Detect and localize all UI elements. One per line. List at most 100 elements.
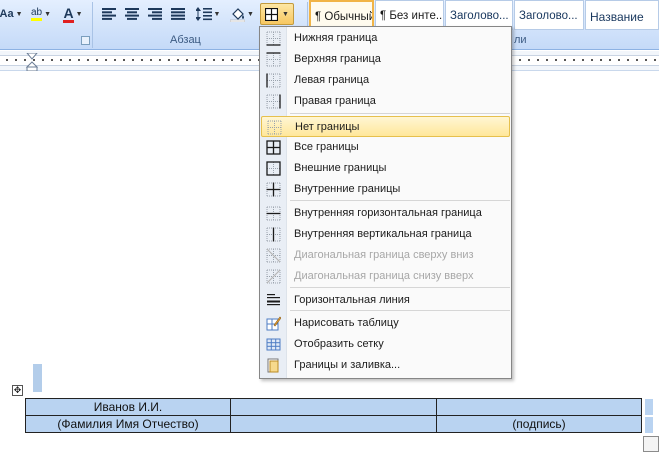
menu-item-all-borders[interactable]: Все границы	[261, 137, 510, 158]
borders-dropdown-menu: Нижняя граница Верхняя граница Левая грани…	[259, 26, 512, 379]
table-move-handle[interactable]: ✥	[12, 385, 23, 396]
ruler-tick	[618, 59, 620, 61]
menu-item-label: Левая граница	[294, 74, 370, 86]
ruler-tick	[105, 59, 107, 61]
draw-table-icon	[266, 316, 282, 331]
ruler-tick	[627, 59, 629, 61]
shading-button[interactable]: ▼	[228, 3, 256, 25]
table-cell[interactable]: (Фамилия Имя Отчество)	[25, 415, 231, 433]
justify-icon	[171, 8, 185, 20]
menu-item-label: Внутренние границы	[294, 183, 401, 195]
menu-item-inside-horizontal-border[interactable]: Внутренняя горизонтальная граница	[261, 203, 510, 224]
right-border-icon	[266, 94, 281, 109]
paste-options-icon[interactable]	[643, 436, 659, 452]
menu-separator	[290, 200, 510, 201]
borders-and-shading-icon	[266, 358, 281, 373]
ruler-tick	[60, 59, 62, 61]
menu-item-label: Горизонтальная линия	[294, 294, 410, 306]
ruler-tick	[249, 59, 251, 61]
menu-item-label: Внешние границы	[294, 162, 387, 174]
diagonal-up-border-icon	[266, 269, 281, 284]
ruler-tick	[150, 59, 152, 61]
highlight-label: ab	[30, 7, 43, 21]
ruler-tick	[213, 59, 215, 61]
ruler-tick	[159, 59, 161, 61]
menu-item-diagonal-down-border[interactable]: Диагональная граница сверху вниз	[261, 245, 510, 266]
view-gridlines-icon	[266, 337, 281, 352]
menu-item-inside-borders[interactable]: Внутренние границы	[261, 179, 510, 200]
align-center-button[interactable]	[121, 3, 143, 25]
menu-item-borders-and-shading[interactable]: Границы и заливка...	[261, 355, 510, 376]
justify-button[interactable]	[167, 3, 189, 25]
ruler-tick	[132, 59, 134, 61]
ruler-tick	[555, 59, 557, 61]
ruler-tick	[177, 59, 179, 61]
ruler-tick	[609, 59, 611, 61]
style-title[interactable]: Название	[585, 0, 659, 30]
line-spacing-icon	[195, 7, 212, 21]
ruler-tick	[636, 59, 638, 61]
ruler-tick	[600, 59, 602, 61]
menu-item-draw-table[interactable]: Нарисовать таблицу	[261, 313, 510, 334]
menu-item-no-border[interactable]: Нет границы	[261, 116, 510, 137]
table-cell[interactable]: (подпись)	[436, 415, 642, 433]
menu-item-label: Все границы	[294, 141, 359, 153]
paragraph-group-label: Абзац	[170, 34, 201, 46]
ruler-tick	[573, 59, 575, 61]
align-left-button[interactable]	[98, 3, 120, 25]
ruler-tick	[51, 59, 53, 61]
ruler-tick	[204, 59, 206, 61]
align-right-button[interactable]	[144, 3, 166, 25]
menu-separator	[290, 113, 510, 114]
signature-table[interactable]: Иванов И.И. (Фамилия Имя Отчество) (подп…	[25, 398, 642, 433]
menu-item-view-gridlines[interactable]: Отобразить сетку	[261, 334, 510, 355]
table-cell[interactable]: Иванов И.И.	[25, 398, 231, 416]
change-case-button[interactable]: Aa ▼	[0, 3, 23, 25]
menu-item-inside-vertical-border[interactable]: Внутренняя вертикальная граница	[261, 224, 510, 245]
ruler-tick	[6, 59, 8, 61]
menu-item-label: Нарисовать таблицу	[294, 317, 399, 329]
table-row: Иванов И.И.	[25, 398, 642, 416]
menu-item-label: Диагональная граница сверху вниз	[294, 249, 474, 261]
menu-separator	[290, 287, 510, 288]
ruler-tick	[564, 59, 566, 61]
row-end-mark	[645, 417, 653, 433]
table-cell[interactable]	[230, 415, 437, 433]
menu-item-horizontal-line[interactable]: Горизонтальная линия	[261, 290, 510, 311]
all-borders-icon	[266, 140, 281, 155]
borders-button[interactable]: ▼	[260, 3, 294, 25]
horizontal-line-icon	[266, 293, 281, 308]
menu-item-label: Диагональная граница снизу вверх	[294, 270, 474, 282]
align-center-icon	[125, 8, 139, 20]
ruler-tick	[141, 59, 143, 61]
menu-item-right-border[interactable]: Правая граница	[261, 91, 510, 112]
ruler-tick	[240, 59, 242, 61]
indent-marker-icon[interactable]	[26, 53, 38, 71]
ruler-tick	[591, 59, 593, 61]
ruler-tick	[519, 59, 521, 61]
ruler-tick	[195, 59, 197, 61]
ruler-tick	[231, 59, 233, 61]
font-dialog-launcher[interactable]	[81, 36, 90, 45]
table-cell[interactable]	[230, 398, 437, 416]
menu-item-outside-borders[interactable]: Внешние границы	[261, 158, 510, 179]
style-heading-2[interactable]: Заголово...	[514, 0, 584, 30]
inside-borders-icon	[266, 182, 281, 197]
menu-item-diagonal-up-border[interactable]: Диагональная граница снизу вверх	[261, 266, 510, 287]
inside-horizontal-border-icon	[266, 206, 281, 221]
line-spacing-button[interactable]: ▼	[193, 3, 223, 25]
table-cell[interactable]	[436, 398, 642, 416]
all-borders-icon	[265, 7, 279, 21]
menu-item-label: Внутренняя вертикальная граница	[294, 228, 472, 240]
menu-item-label: Внутренняя горизонтальная граница	[294, 207, 482, 219]
highlight-color-button[interactable]: ab ▼	[25, 3, 57, 25]
menu-item-top-border[interactable]: Верхняя граница	[261, 49, 510, 70]
align-left-icon	[102, 8, 116, 20]
ruler-tick	[222, 59, 224, 61]
menu-item-left-border[interactable]: Левая граница	[261, 70, 510, 91]
ruler-tick	[582, 59, 584, 61]
font-color-button[interactable]: A ▼	[58, 3, 88, 25]
inside-vertical-border-icon	[266, 227, 281, 242]
menu-item-bottom-border[interactable]: Нижняя граница	[261, 28, 510, 49]
ruler-tick	[114, 59, 116, 61]
